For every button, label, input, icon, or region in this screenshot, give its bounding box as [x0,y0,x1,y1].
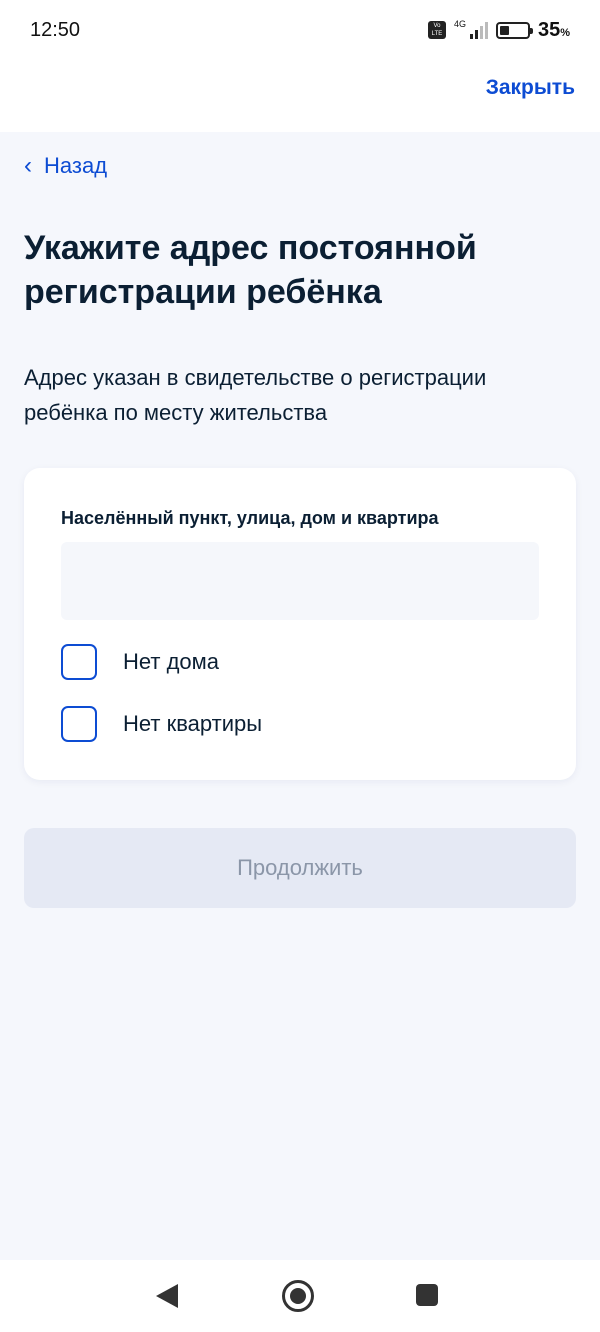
status-time: 12:50 [30,18,81,41]
top-bar: Закрыть [0,60,600,132]
nav-home-icon[interactable] [282,1280,314,1312]
system-nav-bar [0,1260,600,1332]
checkbox-box[interactable] [61,706,97,742]
checkbox-label: Нет дома [123,649,220,674]
page-title: Укажите адрес постоянной регистрации реб… [24,229,477,311]
signal-icon [469,21,488,39]
battery-fill [499,25,510,35]
nav-back-icon[interactable] [156,1284,178,1308]
address-field-label: Населённый пункт, улица, дом и квартира [61,508,439,528]
back-label: Назад [44,153,108,178]
checkbox-no-apartment[interactable]: Нет квартиры [61,706,262,742]
close-button[interactable]: Закрыть [486,76,575,100]
volte-icon: Vo LTE [427,21,446,39]
checkbox-box[interactable] [61,644,97,680]
nav-recents-icon[interactable] [416,1284,438,1306]
back-button[interactable]: ‹ Назад [24,153,107,179]
status-icons: Vo LTE 4G 35% [427,18,570,42]
checkbox-no-house[interactable]: Нет дома [61,644,219,680]
checkbox-label: Нет квартиры [123,711,263,736]
page-description: Адрес указан в свидетельстве о регистрац… [24,365,487,425]
continue-button[interactable]: Продолжить [24,828,576,908]
battery-percent: 35% [537,18,570,41]
address-card: Населённый пункт, улица, дом и квартира … [24,468,576,780]
network-type: 4G [453,19,466,29]
status-bar: 12:50 Vo LTE 4G 35% [0,0,600,60]
address-input[interactable] [61,542,539,620]
battery-icon [495,21,533,39]
chevron-left-icon: ‹ [24,152,32,179]
